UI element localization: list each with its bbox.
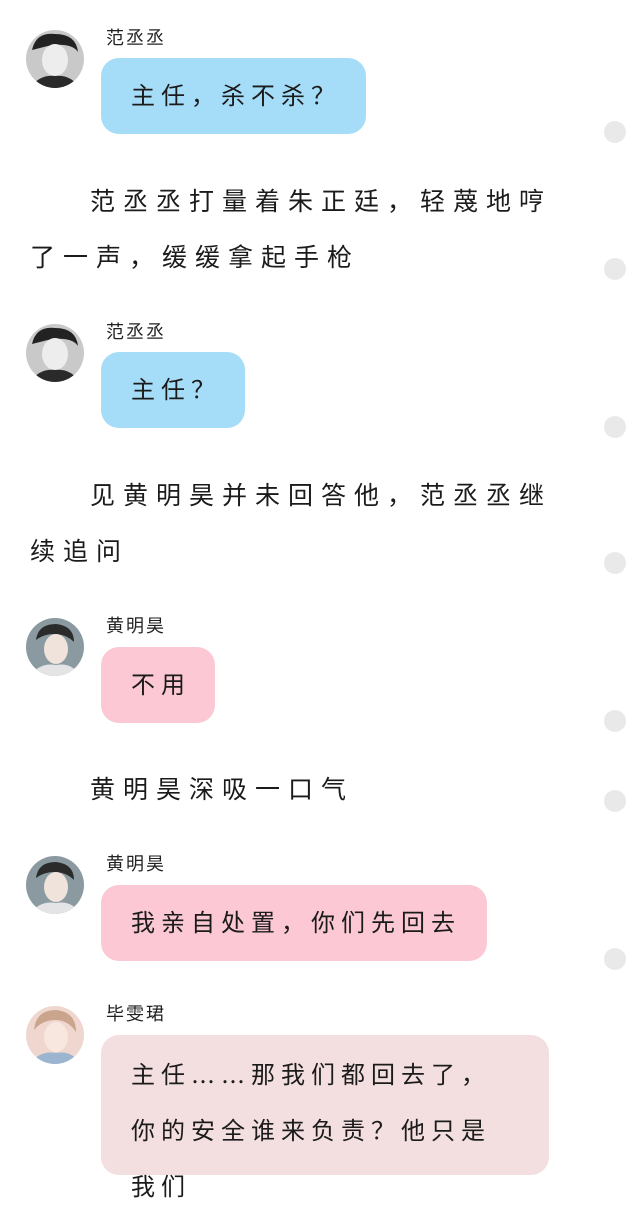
message-bubble[interactable]: 主任……那我们都回去了，你的安全谁来负责？他只是我们 [101,1035,549,1201]
side-dot[interactable] [604,552,626,574]
speaker-name: 范丞丞 [106,322,166,343]
speaker-name: 黄明昊 [106,854,166,875]
avatar-fan-chengcheng[interactable] [26,30,84,88]
message-bubble[interactable]: 我亲自处置，你们先回去 [101,885,487,961]
side-dot[interactable] [604,710,626,732]
narration-text: 范丞丞打量着朱正廷，轻蔑地哼了一声，缓缓拿起手枪 [30,187,553,272]
message-text: 主任，杀不杀？ [131,82,341,110]
narration-text: 见黄明昊并未回答他，范丞丞继续追问 [30,481,553,566]
message-text: 我亲自处置，你们先回去 [131,909,461,937]
chat-story-screen: { "messages": [ { "speaker": "范丞丞", "tex… [0,0,640,1201]
message-bubble[interactable]: 不用 [101,647,215,723]
message-text: 主任……那我们都回去了，你的安全谁来负责？他只是我们 [131,1061,491,1201]
side-dot[interactable] [604,416,626,438]
side-dot[interactable] [604,258,626,280]
message-bubble[interactable]: 主任？ [101,352,245,428]
side-dot[interactable] [604,121,626,143]
avatar-fan-chengcheng[interactable] [26,324,84,382]
message-text: 主任？ [131,376,221,404]
avatar-bi-wenjun[interactable] [26,1006,84,1064]
avatar-huang-minghao[interactable] [26,856,84,914]
speaker-name: 黄明昊 [106,616,166,637]
speaker-name: 毕雯珺 [106,1004,166,1025]
side-dot[interactable] [604,948,626,970]
speaker-name: 范丞丞 [106,28,166,49]
narration-text: 黄明昊深吸一口气 [90,775,355,804]
message-bubble[interactable]: 主任，杀不杀？ [101,58,366,134]
side-dot[interactable] [604,790,626,812]
avatar-huang-minghao[interactable] [26,618,84,676]
message-text: 不用 [131,671,191,699]
